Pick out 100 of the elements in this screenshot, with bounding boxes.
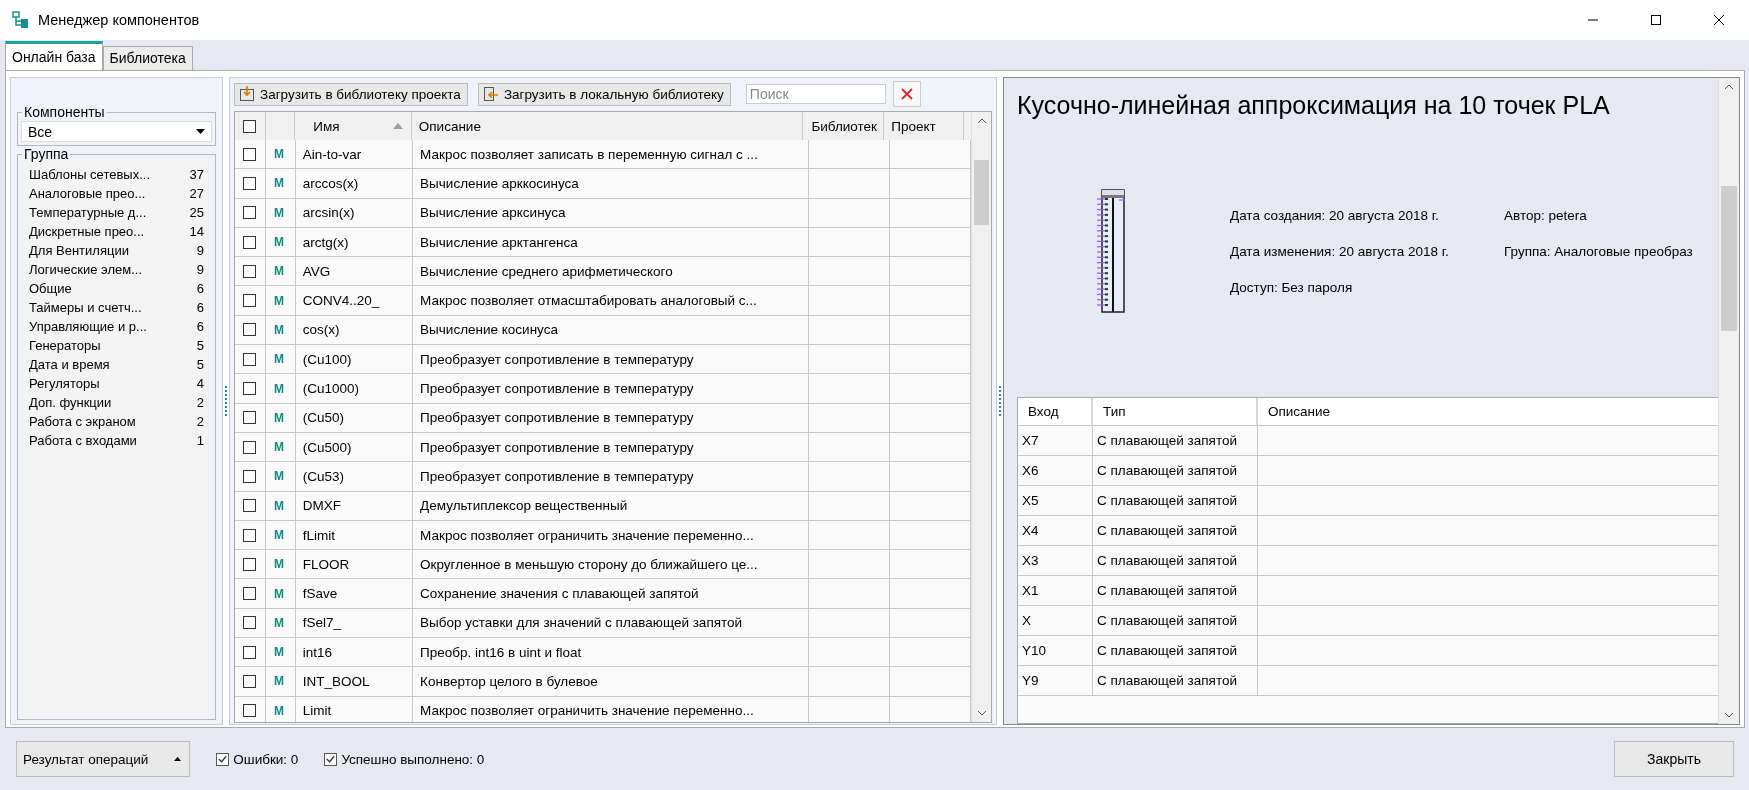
group-count: 2: [196, 395, 204, 410]
info-text: Группа: Аналоговые преобраз: [1504, 243, 1693, 259]
checkbox[interactable]: [243, 704, 256, 718]
table-cell: Сохранение значения с плавающей запятой: [413, 579, 809, 609]
checkbox[interactable]: [243, 587, 256, 601]
table-cell: (Cu100): [295, 345, 414, 375]
scroll-thumb[interactable]: [974, 160, 989, 225]
info-text: Дата создания: 20 августа 2018 г.: [1230, 207, 1440, 223]
column-header[interactable]: Проект: [884, 112, 964, 140]
table-cell: С плавающей запятой: [1093, 486, 1258, 516]
table-cell: С плавающей запятой: [1093, 576, 1258, 606]
checkbox[interactable]: [243, 352, 256, 366]
tab[interactable]: Онлайн база: [5, 41, 103, 70]
table-cell: X1: [1018, 576, 1093, 606]
checkbox[interactable]: [243, 206, 256, 220]
checkbox[interactable]: [243, 147, 256, 161]
checkbox[interactable]: [243, 411, 256, 425]
table-cell: Макрос позволяет ограничить значение переменно...: [413, 520, 809, 551]
table-cell: cos(x): [295, 315, 414, 346]
clear-icon: [899, 87, 914, 101]
group-name[interactable]: Логические элем...: [29, 262, 142, 277]
table-cell: X: [1018, 606, 1093, 636]
splitter-handle[interactable]: [999, 386, 1001, 416]
select-all-checkbox[interactable]: [243, 119, 256, 133]
table-cell: С плавающей запятой: [1093, 456, 1258, 486]
type-mark: M: [273, 469, 284, 484]
close-icon[interactable]: [1713, 14, 1725, 26]
group-name[interactable]: Шаблоны сетевых...: [29, 167, 151, 182]
scroll-up-icon[interactable]: [976, 118, 987, 124]
table-cell: Макрос позволяет отмасштабировать аналоговый с...: [413, 286, 809, 316]
scroll-thumb[interactable]: [1721, 186, 1737, 331]
type-mark: M: [273, 440, 284, 455]
checkbox[interactable]: [243, 645, 256, 659]
scroll-up-icon[interactable]: [1724, 84, 1734, 90]
group-name[interactable]: Доп. функции: [29, 395, 112, 410]
clear-search-button[interactable]: [892, 81, 921, 107]
checkbox[interactable]: [243, 528, 256, 542]
group-count: 9: [196, 243, 204, 258]
group-name[interactable]: Управляющие и р...: [29, 319, 147, 334]
scrollbar[interactable]: [1718, 78, 1739, 724]
table-cell: (Cu50): [295, 403, 414, 433]
group-name[interactable]: Аналоговые прео...: [29, 186, 146, 201]
upload-button[interactable]: Загрузить в библиотеку проекта: [234, 82, 468, 106]
checkbox[interactable]: [243, 323, 256, 337]
components-dropdown[interactable]: Все: [21, 121, 212, 142]
checkbox[interactable]: [243, 557, 256, 571]
table-cell: С плавающей запятой: [1093, 636, 1258, 666]
column-header[interactable]: Тип: [1093, 398, 1258, 426]
maximize-icon[interactable]: [1650, 14, 1662, 26]
checkbox[interactable]: [243, 235, 256, 249]
column-header[interactable]: Имя: [295, 112, 412, 140]
group-name[interactable]: Таймеры и счетч...: [29, 300, 142, 315]
table-cell: Демультиплексор вещественный: [413, 491, 809, 521]
group-name[interactable]: Дата и время: [29, 357, 110, 372]
table-cell: arccos(x): [295, 169, 414, 199]
table-cell: С плавающей запятой: [1093, 666, 1258, 696]
table-cell: С плавающей запятой: [1093, 426, 1258, 456]
close-button[interactable]: Закрыть: [1614, 741, 1734, 777]
info-text: Автор: petera: [1504, 207, 1588, 223]
group-name[interactable]: Для Вентиляции: [29, 243, 129, 258]
checkbox[interactable]: [243, 469, 256, 483]
checkbox[interactable]: [243, 616, 256, 630]
checkbox[interactable]: [216, 752, 230, 766]
checkbox[interactable]: [243, 499, 256, 513]
group-count: 14: [189, 224, 204, 239]
group-name[interactable]: Температурные д...: [29, 205, 147, 220]
app-icon: [12, 11, 30, 29]
upload-button[interactable]: Загрузить в локальную библиотеку: [477, 82, 731, 106]
info-text: Доступ: Без пароля: [1230, 279, 1354, 295]
group-name[interactable]: Дискретные прео...: [29, 224, 145, 239]
column-header[interactable]: Библиотек: [803, 112, 885, 140]
group-count: 5: [196, 357, 204, 372]
column-header[interactable]: Описание: [1258, 398, 1718, 426]
group-name[interactable]: Регуляторы: [29, 376, 100, 391]
checkbox[interactable]: [243, 294, 256, 308]
search-field[interactable]: Поиск: [745, 84, 886, 104]
group-name[interactable]: Генераторы: [29, 338, 101, 353]
checkbox[interactable]: [243, 675, 256, 688]
checkbox[interactable]: [243, 440, 256, 454]
table-cell: arctg(x): [295, 227, 414, 258]
table-cell: fLimit: [295, 520, 414, 551]
group-name[interactable]: Работа с экраном: [29, 414, 136, 429]
scroll-down-icon[interactable]: [976, 710, 987, 716]
checkbox[interactable]: [243, 264, 256, 278]
checkbox[interactable]: [243, 382, 256, 395]
scrollbar[interactable]: [971, 112, 991, 722]
table-cell: FLOOR: [295, 550, 414, 580]
checkbox[interactable]: [243, 176, 256, 190]
checkbox[interactable]: [324, 752, 338, 766]
column-header[interactable]: Описание: [411, 112, 804, 140]
type-mark: M: [273, 557, 284, 572]
group-name[interactable]: Общие: [29, 281, 72, 296]
scroll-down-icon[interactable]: [1724, 712, 1734, 718]
table-cell: Макрос позволяет ограничить значение переменно...: [413, 696, 809, 722]
group-name[interactable]: Работа с входами: [29, 433, 137, 448]
tab[interactable]: Библиотека: [102, 46, 193, 70]
column-header[interactable]: Вход: [1018, 398, 1093, 426]
splitter-handle[interactable]: [225, 386, 227, 416]
operation-results-button[interactable]: Результат операций: [16, 741, 191, 777]
table-cell: Ain-to-var: [295, 140, 414, 170]
